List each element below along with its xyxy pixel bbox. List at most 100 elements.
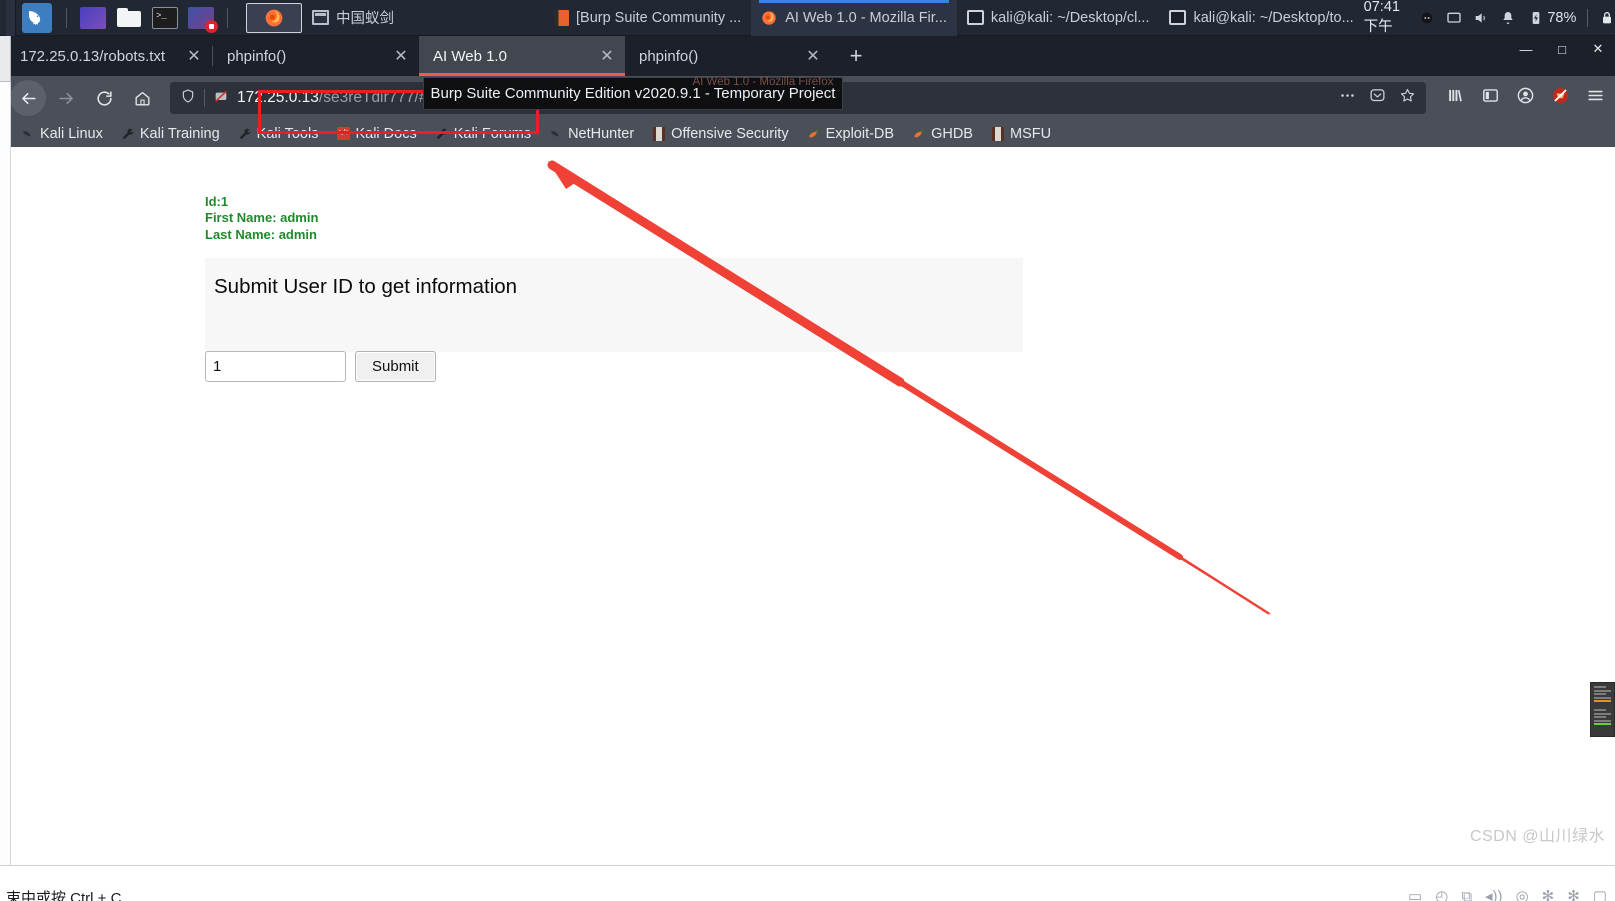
- notification-bell-icon[interactable]: [1500, 9, 1516, 26]
- user-id-form: Submit: [205, 351, 436, 382]
- files-folder-icon[interactable]: [116, 7, 142, 29]
- bookmark-nethunter[interactable]: NetHunter: [540, 123, 643, 145]
- user-id-panel: Submit User ID to get information: [205, 258, 1023, 352]
- taskbar-window-label: kali@kali: ~/Desktop/cl...: [990, 9, 1150, 26]
- back-button[interactable]: [10, 80, 46, 116]
- wrench-icon: [121, 127, 135, 141]
- tab-robots-txt[interactable]: 172.25.0.13/robots.txt ✕: [6, 36, 212, 76]
- bluetooth-icon[interactable]: [1419, 9, 1435, 26]
- close-icon[interactable]: ✕: [597, 46, 617, 66]
- taskbar-window-label: [Burp Suite Community ...: [576, 9, 742, 26]
- close-icon[interactable]: ✕: [391, 46, 411, 66]
- menu-hamburger-icon[interactable]: [1586, 86, 1605, 110]
- page-content: Id:1 First Name: admin Last Name: admin …: [0, 147, 1615, 868]
- terminal-icon: [1169, 10, 1187, 25]
- file-manager-icon[interactable]: [80, 6, 106, 29]
- volume-icon[interactable]: [1473, 9, 1489, 26]
- bookmark-kali-docs[interactable]: </> Kali Docs: [327, 123, 425, 145]
- user-id-input[interactable]: [205, 351, 346, 382]
- kali-dragon-icon: [21, 127, 35, 141]
- os-taskbar: 中国蚁剑 [Burp Suite Community ... AI Web 1.…: [0, 0, 1615, 36]
- taskbar-window-terminal-1[interactable]: kali@kali: ~/Desktop/cl...: [957, 0, 1160, 36]
- chili-icon: [912, 127, 926, 141]
- code-minimap[interactable]: [1590, 682, 1615, 737]
- battery-indicator[interactable]: 78%: [1527, 9, 1576, 26]
- close-icon[interactable]: ✕: [803, 46, 823, 66]
- taskbar-drag-handle[interactable]: [6, 0, 16, 36]
- submit-button[interactable]: Submit: [355, 351, 436, 382]
- bookmark-ghdb[interactable]: GHDB: [903, 123, 982, 145]
- taskbar-separator: [66, 7, 67, 28]
- bookmark-label: NetHunter: [568, 125, 635, 142]
- bookmark-label: MSFU: [1009, 125, 1052, 142]
- noscript-icon[interactable]: [1551, 86, 1570, 110]
- home-button[interactable]: [124, 80, 160, 116]
- pocket-icon[interactable]: [1369, 87, 1386, 109]
- terminal-icon[interactable]: [152, 6, 178, 29]
- url-actions: [1339, 87, 1416, 109]
- bookmark-label: Kali Forums: [453, 125, 532, 142]
- volume-icon[interactable]: ◂)): [1485, 887, 1503, 901]
- bookmark-kali-training[interactable]: Kali Training: [112, 123, 229, 145]
- burp-window-tooltip: Burp Suite Community Edition v2020.9.1 -…: [423, 77, 843, 110]
- kali-menu-icon[interactable]: [22, 2, 52, 33]
- terminal-icon: [966, 10, 984, 25]
- box-icon[interactable]: ▢: [1593, 887, 1607, 901]
- url-separator: [204, 89, 205, 107]
- screen-recorder-icon[interactable]: [188, 6, 218, 33]
- taskbar-window-label: kali@kali: ~/Desktop/to...: [1193, 9, 1354, 26]
- taskbar-window-terminal-2[interactable]: kali@kali: ~/Desktop/to...: [1159, 0, 1363, 36]
- taskbar-window-burp[interactable]: [Burp Suite Community ...: [544, 0, 751, 36]
- taskbar-window-label: AI Web 1.0 - Mozilla Fir...: [785, 9, 947, 26]
- panel-heading: Submit User ID to get information: [214, 275, 518, 298]
- clock[interactable]: 07:41 下午: [1364, 0, 1407, 36]
- left-window-edge: [0, 36, 11, 901]
- bookmark-kali-linux[interactable]: Kali Linux: [12, 123, 112, 145]
- bookmark-kali-forums[interactable]: Kali Forums: [426, 123, 540, 145]
- burp-icon: [554, 9, 569, 26]
- bookmark-offensive-security[interactable]: Offensive Security: [643, 123, 797, 145]
- taskbar-launchers: [0, 0, 302, 36]
- target-icon[interactable]: ◎: [1516, 887, 1529, 901]
- sidebar-icon[interactable]: [1481, 86, 1500, 110]
- star-icon[interactable]: ✻: [1542, 887, 1555, 901]
- bookmark-star-icon[interactable]: [1399, 87, 1416, 109]
- bookmark-exploit-db[interactable]: Exploit-DB: [798, 123, 904, 145]
- display-icon[interactable]: [1446, 9, 1462, 26]
- url-host: 172.25.0.13: [237, 89, 319, 106]
- close-button[interactable]: ✕: [1587, 38, 1609, 60]
- toolbar-right-icons: [1436, 86, 1605, 110]
- window-icon[interactable]: ▭: [1408, 887, 1422, 901]
- bookmark-msfu[interactable]: MSFU: [982, 123, 1060, 145]
- firefox-launcher-button[interactable]: [246, 2, 302, 33]
- bookmark-label: Kali Linux: [40, 125, 103, 142]
- account-icon[interactable]: [1516, 86, 1535, 110]
- maximize-button[interactable]: □: [1551, 38, 1573, 60]
- url-path: /se3reTdir777/#: [318, 89, 428, 106]
- kali-dragon-icon: [549, 127, 563, 141]
- battery-icon: [1527, 9, 1544, 26]
- tab-ai-web[interactable]: AI Web 1.0 ✕: [419, 36, 625, 76]
- forward-button[interactable]: [48, 80, 84, 116]
- library-icon[interactable]: [1446, 86, 1465, 110]
- tab-phpinfo-2[interactable]: phpinfo() ✕: [625, 36, 831, 76]
- taskbar-window-antsword[interactable]: 中国蚁剑: [302, 0, 404, 36]
- star-icon[interactable]: ✻: [1567, 887, 1580, 901]
- clock-icon[interactable]: ◴: [1435, 887, 1448, 901]
- taskbar-window-firefox[interactable]: AI Web 1.0 - Mozilla Fir...: [751, 0, 957, 36]
- tab-phpinfo-1[interactable]: phpinfo() ✕: [213, 36, 419, 76]
- screen: 中国蚁剑 [Burp Suite Community ... AI Web 1.…: [0, 0, 1615, 901]
- bookmark-kali-tools[interactable]: Kali Tools: [229, 123, 328, 145]
- copy-icon[interactable]: ⧉: [1461, 888, 1472, 901]
- permissions-blocked-icon[interactable]: [213, 88, 229, 109]
- reload-button[interactable]: [86, 80, 122, 116]
- page-actions-ellipsis-icon[interactable]: [1339, 87, 1356, 109]
- bottom-icon-row: ▭ ◴ ⧉ ◂)) ◎ ✻ ✻ ▢: [1408, 887, 1607, 901]
- wrench-icon: [238, 127, 252, 141]
- close-icon[interactable]: ✕: [184, 46, 204, 66]
- tab-label: 172.25.0.13/robots.txt: [20, 47, 166, 65]
- lock-icon[interactable]: [1599, 9, 1615, 26]
- tracking-protection-shield-icon[interactable]: [180, 88, 196, 109]
- minimize-button[interactable]: —: [1515, 38, 1537, 60]
- new-tab-button[interactable]: +: [839, 39, 873, 73]
